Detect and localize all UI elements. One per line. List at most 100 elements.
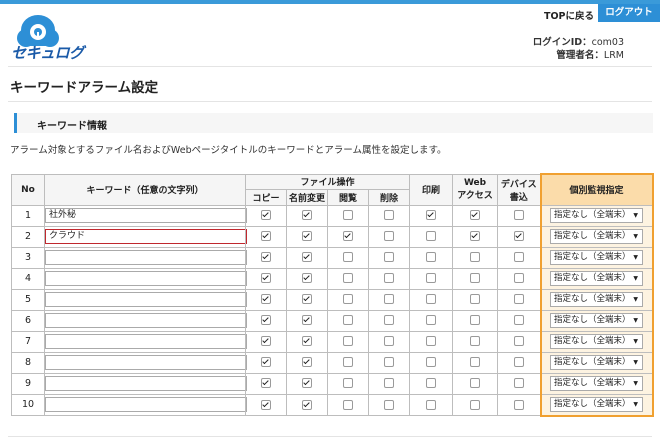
web-access-checkbox[interactable] [470,273,481,284]
copy-checkbox[interactable] [261,210,271,221]
monitor-select[interactable]: 指定なし（全端末） ▼ [550,292,644,307]
rename-checkbox[interactable] [302,399,312,410]
rename-checkbox[interactable] [302,273,312,284]
delete-checkbox[interactable] [384,210,394,221]
rename-checkbox[interactable] [302,378,312,389]
print-checkbox[interactable] [426,273,437,284]
delete-checkbox[interactable] [384,399,394,410]
print-checkbox[interactable] [426,336,437,347]
device-write-checkbox[interactable] [513,273,524,284]
delete-checkbox[interactable] [384,336,394,347]
keyword-input[interactable]: 社外秘 [45,208,247,223]
delete-checkbox[interactable] [384,252,394,263]
print-checkbox[interactable] [426,294,437,305]
monitor-select[interactable]: 指定なし（全端末） ▼ [550,250,644,265]
print-checkbox[interactable] [426,231,437,242]
web-access-checkbox[interactable] [470,399,481,410]
web-access-checkbox[interactable] [470,378,481,389]
device-write-checkbox[interactable] [513,336,524,347]
copy-checkbox[interactable] [261,357,271,368]
row-number: 3 [11,246,45,269]
rename-checkbox[interactable] [302,336,312,347]
view-checkbox[interactable] [343,399,353,410]
delete-checkbox[interactable] [384,294,394,305]
view-checkbox[interactable] [343,357,353,368]
web-access-checkbox[interactable] [470,357,481,368]
keyword-input[interactable] [45,313,247,328]
view-checkbox[interactable] [343,252,353,263]
view-checkbox[interactable] [343,294,353,305]
device-write-checkbox[interactable] [513,294,524,305]
view-checkbox[interactable] [343,315,353,326]
print-checkbox[interactable] [426,210,437,221]
top-page-link[interactable]: TOPに戻る [544,8,594,22]
keyword-input[interactable] [45,250,247,265]
monitor-select[interactable]: 指定なし（全端末） ▼ [550,334,644,349]
web-cell [452,288,499,311]
delete-checkbox[interactable] [384,231,394,242]
copy-checkbox[interactable] [261,231,271,242]
print-checkbox[interactable] [426,315,437,326]
view-checkbox[interactable] [343,378,353,389]
view-checkbox[interactable] [343,231,353,242]
monitor-select[interactable]: 指定なし（全端末） ▼ [550,397,644,412]
copy-checkbox[interactable] [261,273,271,284]
copy-checkbox[interactable] [261,252,271,263]
rename-checkbox[interactable] [302,315,312,326]
keyword-input[interactable]: クラウド [45,229,247,244]
device-write-checkbox[interactable] [513,357,524,368]
device-write-checkbox[interactable] [513,210,524,221]
monitor-select[interactable]: 指定なし（全端末） ▼ [550,229,644,244]
monitor-select[interactable]: 指定なし（全端末） ▼ [550,208,644,223]
print-checkbox[interactable] [426,399,437,410]
keyword-input[interactable] [45,271,247,286]
web-access-checkbox[interactable] [470,210,481,221]
delete-checkbox[interactable] [384,315,394,326]
web-cell [452,351,499,374]
keyword-input[interactable] [45,292,247,307]
copy-checkbox[interactable] [261,378,271,389]
keyword-input[interactable] [45,397,247,413]
device-cell [497,225,542,248]
logout-button[interactable]: ログアウト [598,4,660,22]
keyword-input[interactable] [45,355,247,370]
web-access-checkbox[interactable] [470,315,481,326]
device-write-checkbox[interactable] [513,315,524,326]
rename-checkbox[interactable] [302,252,312,263]
section-title: キーワード情報 [37,121,107,132]
web-access-checkbox[interactable] [470,336,481,347]
header-delete: 削除 [367,188,411,206]
keyword-input[interactable] [45,376,247,391]
dropdown-arrow-icon: ▼ [633,380,639,387]
delete-checkbox[interactable] [384,378,394,389]
rename-checkbox[interactable] [302,210,312,221]
print-checkbox[interactable] [426,252,437,263]
delete-checkbox[interactable] [384,273,394,284]
print-checkbox[interactable] [426,378,437,389]
copy-checkbox[interactable] [261,336,271,347]
rename-checkbox[interactable] [302,294,312,305]
print-checkbox[interactable] [426,357,437,368]
rename-checkbox[interactable] [302,357,312,368]
web-access-checkbox[interactable] [470,231,481,242]
copy-checkbox[interactable] [261,294,271,305]
dropdown-arrow-icon: ▼ [633,401,639,408]
delete-checkbox[interactable] [384,357,394,368]
device-write-checkbox[interactable] [513,378,524,389]
view-checkbox[interactable] [343,273,353,284]
device-write-checkbox[interactable] [513,399,524,410]
device-write-checkbox[interactable] [513,252,524,263]
monitor-select[interactable]: 指定なし（全端末） ▼ [550,355,644,370]
monitor-select[interactable]: 指定なし（全端末） ▼ [550,376,644,391]
web-access-checkbox[interactable] [470,294,481,305]
keyword-input[interactable] [45,334,247,349]
rename-checkbox[interactable] [302,231,312,242]
view-checkbox[interactable] [343,336,353,347]
web-access-checkbox[interactable] [470,252,481,263]
monitor-select[interactable]: 指定なし（全端末） ▼ [550,271,644,286]
device-write-checkbox[interactable] [513,231,524,242]
view-checkbox[interactable] [343,210,353,221]
monitor-select[interactable]: 指定なし（全端末） ▼ [550,313,644,328]
copy-checkbox[interactable] [261,315,271,326]
copy-checkbox[interactable] [261,399,271,410]
